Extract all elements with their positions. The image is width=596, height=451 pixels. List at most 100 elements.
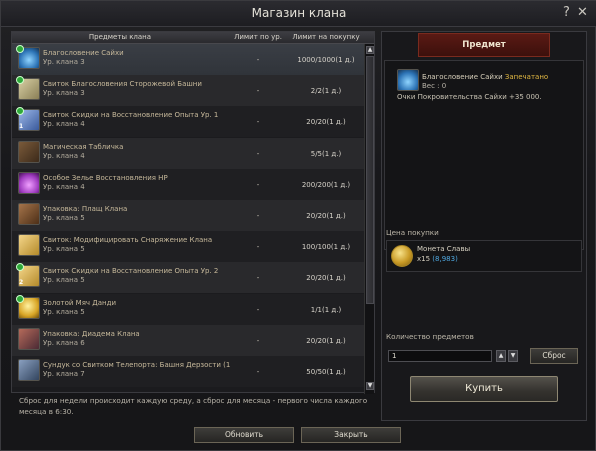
- item-name: Упаковка: Плащ Клана: [43, 205, 128, 213]
- item-level-limit: -: [256, 243, 260, 252]
- item-level-limit: -: [256, 149, 260, 158]
- item-level-limit: -: [256, 212, 260, 220]
- quantity-up-icon[interactable]: ▲: [496, 350, 506, 362]
- item-row[interactable]: Свиток: Модифицировать Снаряжение Клана У…: [12, 231, 364, 263]
- item-row[interactable]: Магическая Табличка Ур. клана 4 - 5/5(1 д.): [12, 137, 364, 169]
- scroll-down-icon[interactable]: ▼: [366, 382, 374, 390]
- blue-potion-icon: [397, 69, 419, 91]
- purple-potion-icon: [18, 171, 40, 194]
- item-purchase-limit: 1/1(1 д.): [310, 305, 342, 314]
- item-level-mark: 2: [19, 279, 24, 287]
- tablet-icon: [18, 140, 40, 163]
- scroll-up-icon[interactable]: ▲: [366, 46, 374, 54]
- item-purchase-limit: 20/20(1 д.): [306, 118, 346, 127]
- refresh-badge-icon: [16, 76, 24, 85]
- refresh-badge-icon: [16, 45, 24, 53]
- item-clan-level: Ур. клана 5: [43, 307, 85, 316]
- blue-scroll-icon: 1: [16, 107, 40, 132]
- item-level-limit: -: [256, 118, 260, 127]
- item-purchase-limit: 50/50(1 д.): [306, 368, 346, 376]
- item-name: Свиток Скидки на Восстановление Опыта Ур…: [43, 267, 219, 276]
- gold-scroll-icon: [18, 234, 40, 257]
- currency-owned: (8,983): [432, 255, 458, 263]
- item-level-limit: -: [256, 368, 260, 376]
- item-row[interactable]: 1 Свиток Скидки на Восстановление Опыта У…: [12, 106, 364, 138]
- item-detail-header-label: Предмет: [462, 40, 506, 50]
- gold-scroll-icon: 2: [16, 263, 40, 288]
- scroll-icon: [16, 76, 40, 101]
- item-rows: Благословение Сайхи Ур. клана 3 - 1000/1000…: [12, 44, 364, 394]
- item-clan-level: Ур. клана 5: [43, 245, 85, 254]
- item-clan-level: Ур. клана 6: [43, 338, 85, 347]
- refresh-badge-icon: [16, 107, 24, 116]
- item-row[interactable]: Сундук со Свитком Телепорта: Башня Дерзо…: [12, 356, 364, 387]
- column-header-purchase-limit: Лимит на покупку: [292, 33, 360, 41]
- item-purchase-limit: 1000/1000(1 д.): [297, 56, 355, 64]
- item-row[interactable]: Особое Зелье Восстановления HP Ур. клана …: [12, 168, 364, 200]
- item-level-limit: -: [256, 87, 260, 96]
- gold-ball-icon: [16, 294, 40, 319]
- item-clan-level: Ур. клана 3: [43, 58, 85, 66]
- title-bar[interactable]: Магазин клана ? ✕: [1, 1, 596, 27]
- list-header: Предметы клана Лимит по ур. Лимит на пок…: [12, 32, 374, 44]
- quantity-input[interactable]: 1: [388, 350, 492, 362]
- column-header-items: Предметы клана: [88, 33, 152, 41]
- item-clan-level: Ур. клана 5: [43, 214, 85, 222]
- reset-note: Сброс для недели происходит каждую среду…: [19, 396, 368, 416]
- sealed-label: Запечатано: [504, 73, 549, 81]
- item-row[interactable]: Упаковка: Плащ Клана Ур. клана 5 - 20/20(1 …: [12, 200, 364, 231]
- item-purchase-limit: 200/200(1 д.): [301, 180, 351, 189]
- quantity-title: Количество предметов: [386, 332, 474, 341]
- item-name: Упаковка: Диадема Клана: [43, 329, 140, 338]
- item-clan-level: Ур. клана 4: [43, 151, 85, 160]
- item-purchase-limit: 20/20(1 д.): [306, 274, 346, 283]
- item-name: Свиток: Модифицировать Снаряжение Клана: [43, 236, 213, 245]
- item-level-mark: 1: [19, 123, 24, 131]
- item-row[interactable]: Свиток Благословения Сторожевой Башни Ур.…: [12, 75, 364, 107]
- item-row[interactable]: Золотой Мяч Данди Ур. клана 5 - 1/1(1 д.): [12, 293, 364, 325]
- item-name: Сундук со Свитком Телепорта: Башня Дерзо…: [43, 361, 231, 369]
- clan-shop-window: Магазин клана ? ✕ Предметы клана Лимит п…: [0, 0, 596, 451]
- currency-count: x15: [417, 255, 431, 263]
- item-clan-level: Ур. клана 5: [43, 276, 85, 285]
- price-box: Монета Славы x15 (8,983): [386, 240, 582, 272]
- item-row[interactable]: Благословение Сайхи Ур. клана 3 - 1000/1000…: [12, 44, 364, 75]
- quantity-reset-button[interactable]: Сброс: [530, 348, 578, 364]
- item-detail-panel: Предмет Благословение Сайхи Запечатано В…: [381, 31, 587, 421]
- item-name: Магическая Табличка: [43, 142, 124, 151]
- item-detail-header: Предмет: [418, 33, 550, 57]
- currency-amount: x15 (8,983): [417, 255, 458, 263]
- window-title: Магазин клана: [251, 6, 347, 20]
- item-row[interactable]: Упаковка: Диадема Клана Ур. клана 6 - 20/20…: [12, 324, 364, 356]
- column-header-level-limit: Лимит по ур.: [234, 33, 282, 41]
- refresh-badge-icon: [16, 294, 24, 303]
- item-name: Золотой Мяч Данди: [43, 298, 116, 307]
- refresh-button[interactable]: Обновить: [194, 427, 294, 443]
- item-row[interactable]: 2 Свиток Скидки на Восстановление Опыта У…: [12, 262, 364, 294]
- buy-button[interactable]: Купить: [410, 376, 558, 402]
- detail-item-name: Благословение Сайхи: [422, 73, 503, 81]
- list-scrollbar[interactable]: ▲ ▼: [364, 44, 374, 394]
- quantity-down-icon[interactable]: ▼: [508, 350, 518, 362]
- item-purchase-limit: 2/2(1 д.): [310, 87, 342, 96]
- blue-potion-icon: [16, 45, 40, 69]
- glory-coin-icon: [391, 245, 413, 267]
- item-name: Свиток Скидки на Восстановление Опыта Ур…: [43, 111, 219, 120]
- item-name: Особое Зелье Восстановления HP: [43, 173, 168, 182]
- item-purchase-limit: 20/20(1 д.): [306, 212, 346, 220]
- detail-item-name-line: Благословение Сайхи Запечатано: [422, 73, 548, 81]
- close-window-button[interactable]: ✕: [577, 5, 588, 20]
- item-purchase-limit: 20/20(1 д.): [306, 336, 346, 345]
- help-button[interactable]: ?: [563, 5, 570, 20]
- item-name: Благословение Сайхи: [43, 49, 124, 57]
- diadem-icon: [18, 327, 40, 350]
- item-purchase-limit: 5/5(1 д.): [310, 149, 342, 158]
- scroll-thumb[interactable]: [366, 56, 374, 304]
- package-icon: [18, 203, 40, 225]
- item-detail-box: Благословение Сайхи Запечатано Вес : 0 О…: [384, 60, 584, 250]
- item-list-panel: Предметы клана Лимит по ур. Лимит на пок…: [11, 31, 375, 394]
- item-level-limit: -: [256, 336, 260, 345]
- refresh-badge-icon: [16, 263, 24, 272]
- close-button[interactable]: Закрыть: [301, 427, 401, 443]
- currency-name: Монета Славы: [417, 245, 471, 253]
